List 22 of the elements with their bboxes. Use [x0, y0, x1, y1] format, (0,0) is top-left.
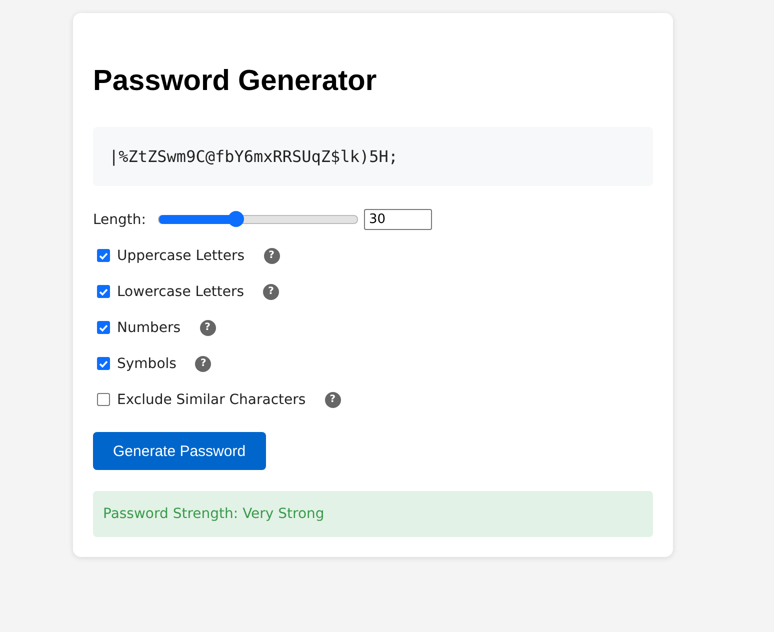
option-label: Exclude Similar Characters: [117, 392, 306, 408]
password-display: |%ZtZSwm9C@fbY6mxRRSUqZ$lk)5H;: [93, 127, 653, 186]
help-icon[interactable]: ?: [200, 320, 216, 336]
length-input[interactable]: 30: [364, 209, 432, 230]
help-icon[interactable]: ?: [264, 248, 280, 264]
checkbox[interactable]: [97, 321, 110, 334]
option-label: Lowercase Letters: [117, 284, 244, 300]
slider-thumb[interactable]: [228, 211, 244, 227]
checkbox[interactable]: [97, 285, 110, 298]
option-label: Uppercase Letters: [117, 248, 245, 264]
page-title: Password Generator: [93, 64, 378, 99]
help-icon[interactable]: ?: [263, 284, 280, 300]
option-label: Numbers: [117, 320, 181, 336]
help-icon[interactable]: ?: [195, 356, 212, 372]
option-label: Symbols: [117, 356, 176, 372]
checkbox[interactable]: [97, 357, 110, 370]
help-icon[interactable]: ?: [324, 392, 341, 408]
checkbox[interactable]: [97, 393, 110, 406]
checkbox[interactable]: [97, 249, 110, 262]
generate-button[interactable]: Generate Password: [93, 432, 266, 470]
length-label: Length:: [93, 212, 146, 228]
strength-message: Password Strength: Very Strong: [93, 491, 653, 537]
